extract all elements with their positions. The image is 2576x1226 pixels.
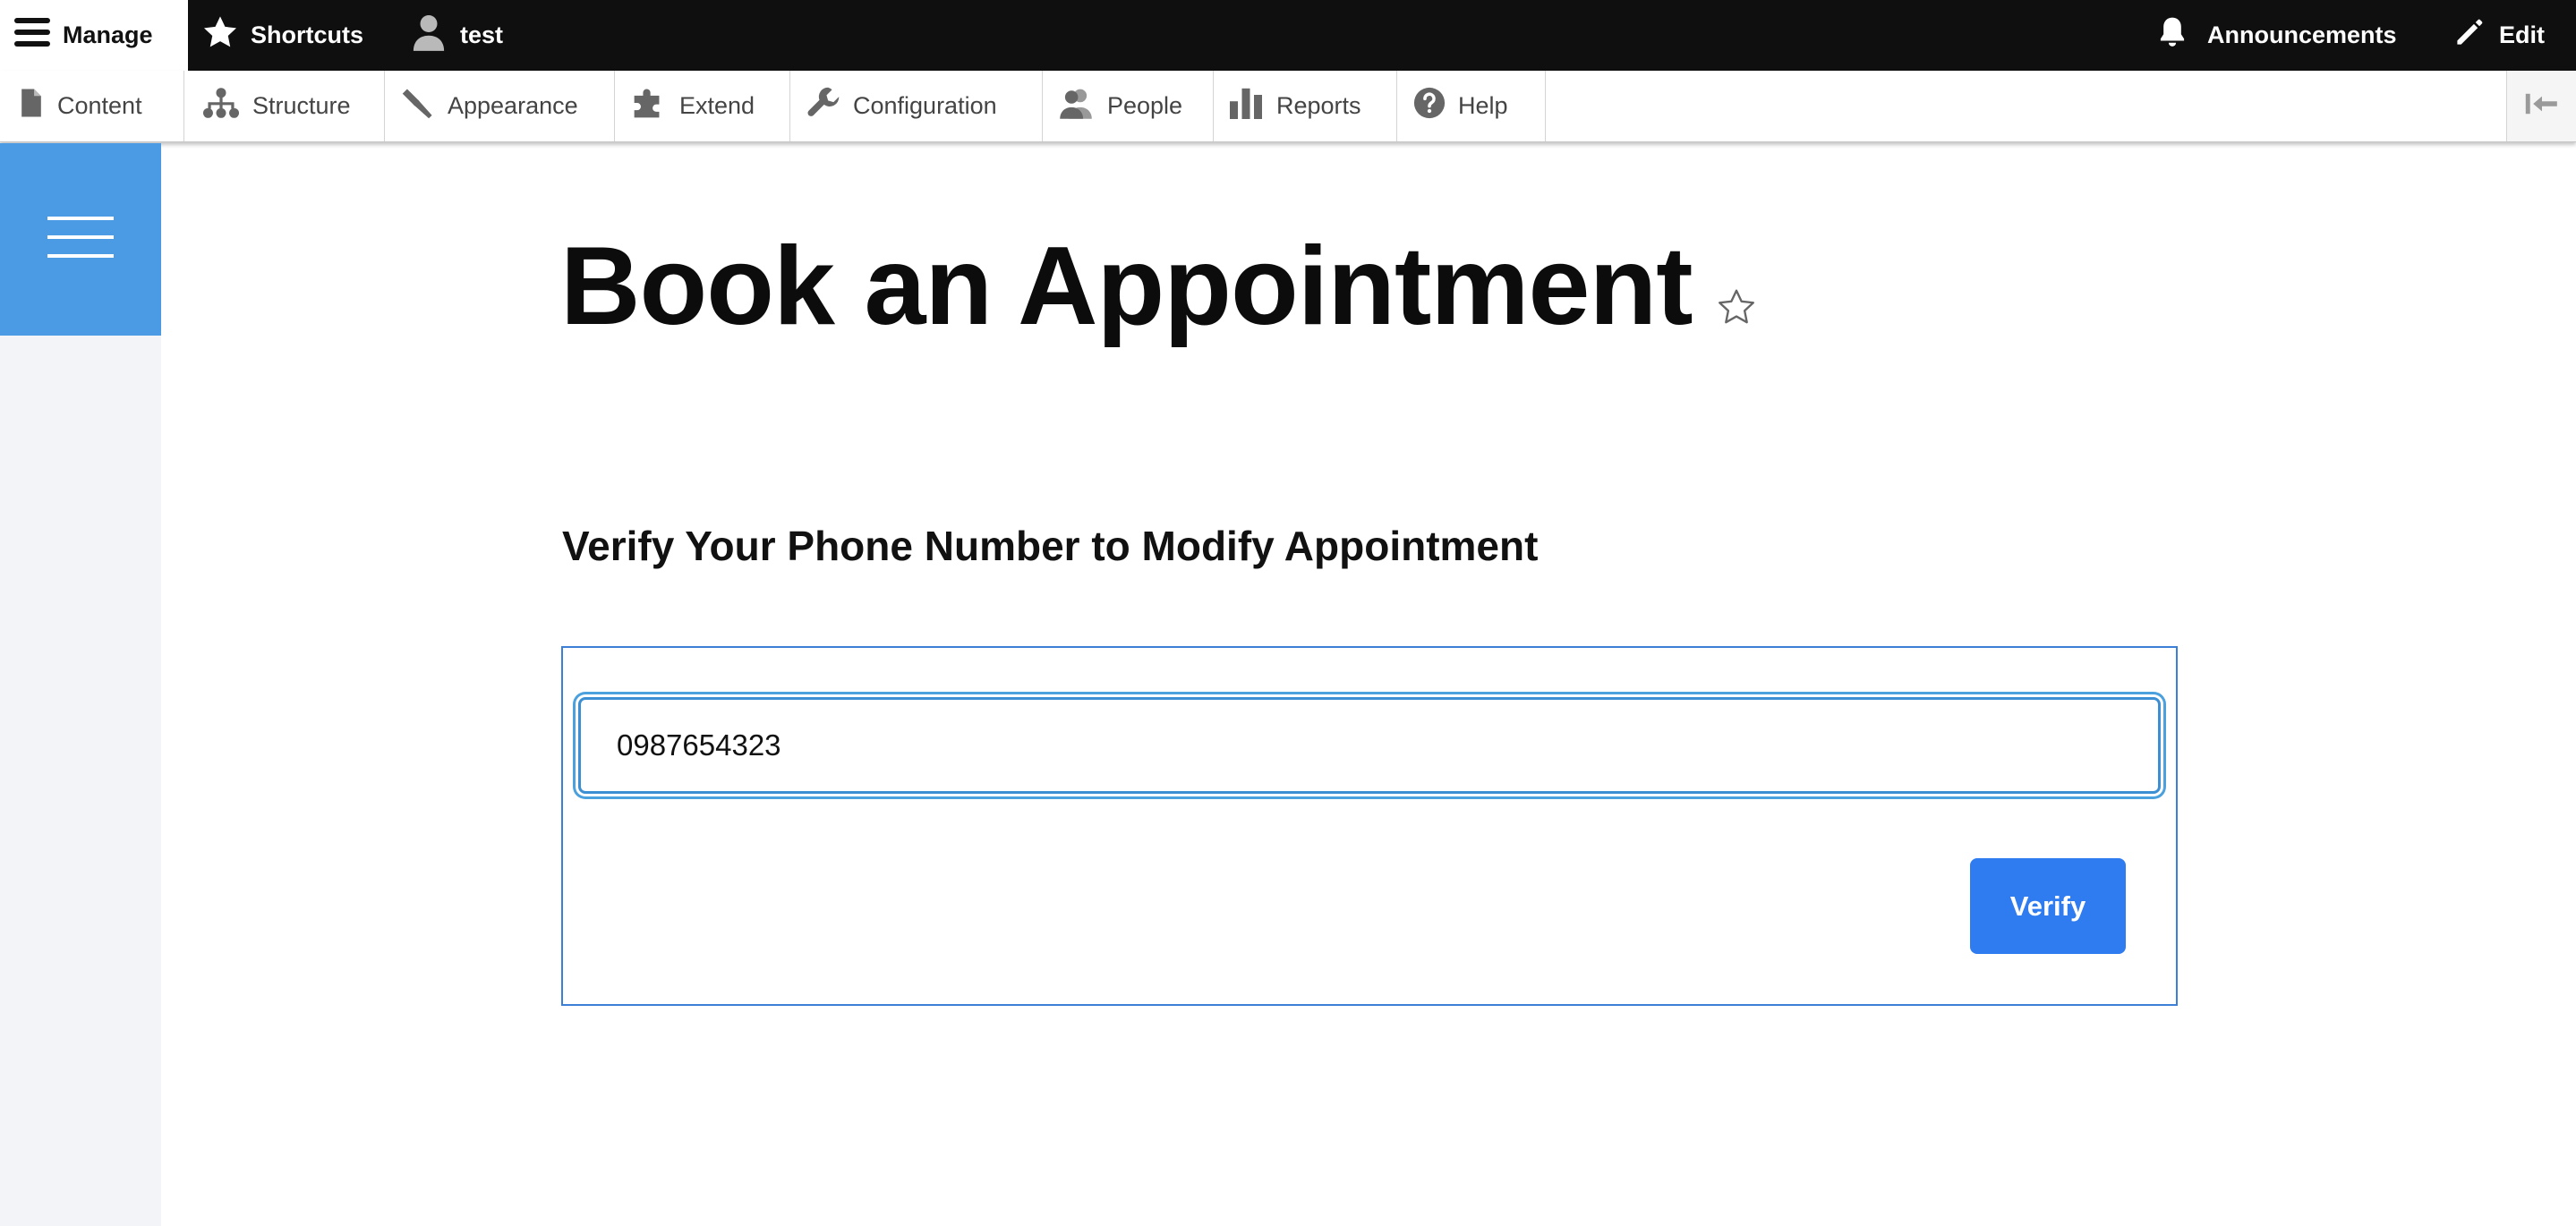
file-icon [18,88,45,124]
menu-item-content[interactable]: Content [0,71,184,141]
menu-item-structure[interactable]: Structure [184,71,385,141]
tray-orientation-toggle[interactable] [2506,71,2576,141]
puzzle-icon [631,87,667,125]
manage-label: Manage [63,21,153,48]
menu-item-label: Extend [679,92,755,119]
menu-item-reports[interactable]: Reports [1214,71,1397,141]
edit-label: Edit [2499,21,2545,48]
bell-icon [2157,16,2188,55]
menu-item-label: Structure [252,92,351,119]
user-label: test [460,21,504,48]
menu-item-configuration[interactable]: Configuration [790,71,1043,141]
form-heading: Verify Your Phone Number to Modify Appoi… [562,523,1539,569]
menu-item-label: Reports [1276,92,1361,119]
menu-item-help[interactable]: Help [1397,71,1546,141]
sidebar-menu-button[interactable] [0,143,161,336]
help-icon [1413,87,1446,125]
shortcuts-label: Shortcuts [251,21,364,48]
page-title: Book an Appointment [560,225,1693,348]
paint-brush-icon [401,86,435,126]
user-icon [412,13,446,57]
star-icon [202,15,238,55]
hamburger-icon [47,215,114,264]
menu-item-label: Configuration [853,92,997,119]
people-icon [1057,87,1095,125]
manage-tab[interactable]: Manage [0,0,188,71]
admin-toolbar: Manage Shortcuts test Announcements Edit [0,0,2576,71]
announcements-tab[interactable]: Announcements [2157,0,2397,71]
edit-tab[interactable]: Edit [2454,0,2545,71]
menu-item-label: Content [57,92,142,119]
verify-button[interactable]: Verify [1970,858,2126,954]
phone-number-input[interactable] [578,697,2161,794]
menu-item-people[interactable]: People [1043,71,1214,141]
collapse-tray-icon [2524,91,2560,121]
menu-item-label: Appearance [448,92,578,119]
menu-item-label: People [1107,92,1183,119]
pencil-icon [2454,17,2485,54]
admin-menu-tray: Content Structure Appearance Extend Conf… [0,71,2576,142]
sitemap-icon [202,87,240,125]
announcements-label: Announcements [2207,21,2397,48]
bookmark-star-icon[interactable] [1717,288,1756,330]
menu-icon [14,16,50,55]
wrench-icon [806,86,840,126]
bar-chart-icon [1228,87,1264,125]
user-tab[interactable]: test [412,0,503,71]
menu-item-label: Help [1458,92,1508,119]
menu-item-extend[interactable]: Extend [615,71,790,141]
shortcuts-tab[interactable]: Shortcuts [202,0,363,71]
menu-item-appearance[interactable]: Appearance [385,71,615,141]
